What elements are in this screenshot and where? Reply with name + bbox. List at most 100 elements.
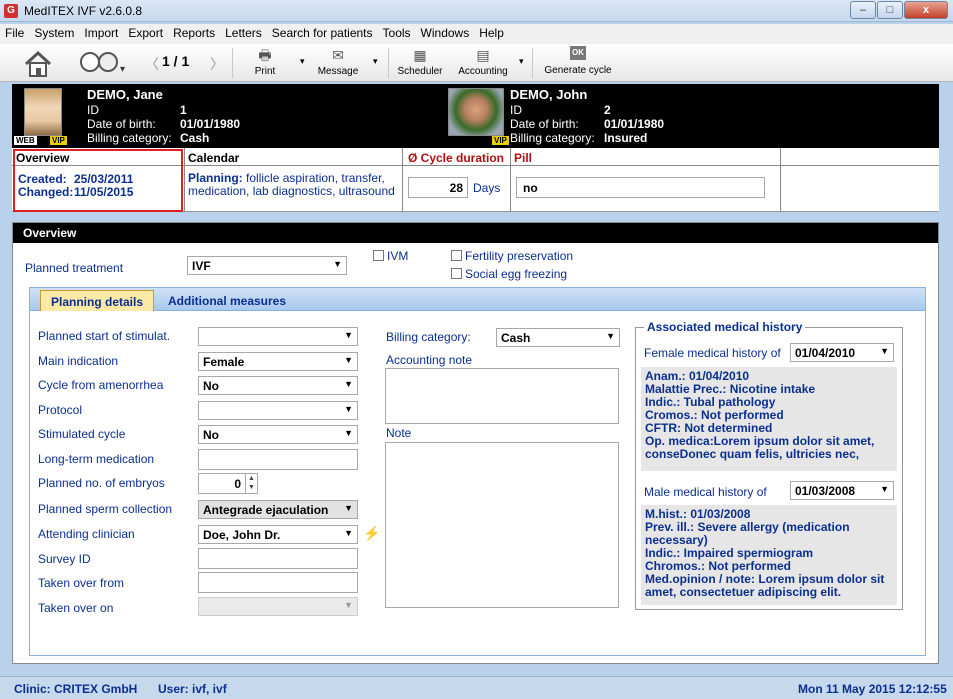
toolbar-divider: [388, 48, 389, 78]
chevron-down-icon: ▼: [344, 428, 353, 438]
calendar-heading[interactable]: Calendar: [184, 148, 402, 166]
social-egg-freezing-checkbox[interactable]: [451, 268, 462, 279]
title-bar: G MedITEX IVF v2.6.0.8 – □ x: [0, 0, 953, 22]
accounting-note-label: Accounting note: [386, 353, 473, 367]
cycle-duration-field[interactable]: 28: [408, 177, 468, 198]
vip-badge: VIP: [50, 136, 67, 145]
menu-windows[interactable]: Windows: [416, 24, 475, 40]
menu-reports[interactable]: Reports: [168, 24, 220, 40]
menu-import[interactable]: Import: [79, 24, 123, 40]
male-id: 2: [604, 103, 611, 117]
male-history-select[interactable]: 01/03/2008 ▼: [790, 481, 894, 500]
message-button[interactable]: ✉ Message: [316, 46, 360, 77]
generate-cycle-button[interactable]: OK Generate cycle: [542, 46, 614, 76]
tab-planning-details[interactable]: Planning details: [40, 290, 155, 312]
home-button[interactable]: [22, 48, 54, 78]
planned-treatment-select[interactable]: IVF ▼: [187, 256, 347, 275]
billing-category-select[interactable]: Cash ▼: [496, 328, 620, 347]
menu-file[interactable]: File: [0, 24, 29, 40]
user-status: User: ivf, ivf: [158, 682, 227, 696]
social-egg-freezing-label: Social egg freezing: [465, 267, 568, 281]
menu-system[interactable]: System: [29, 24, 79, 40]
datetime-status: Mon 11 May 2015 12:12:55: [798, 682, 947, 696]
main-indication-label: Main indication: [38, 354, 119, 368]
accounting-button[interactable]: ▤ Accounting: [455, 46, 511, 77]
male-patient-photo[interactable]: [448, 88, 504, 136]
billing-category-label: Billing category:: [386, 330, 471, 344]
patient-pager: 1 / 1: [162, 53, 190, 69]
calendar-icon: ▦: [413, 47, 427, 63]
taken-over-on-select[interactable]: ▼: [198, 597, 358, 616]
accounting-icon: ▤: [476, 47, 490, 63]
cycle-amenorrhea-select[interactable]: No ▼: [198, 376, 358, 395]
menu-export[interactable]: Export: [123, 24, 168, 40]
planned-start-label: Planned start of stimulat.: [38, 329, 171, 343]
prev-patient-icon[interactable]: 〈: [145, 54, 159, 74]
chevron-down-icon: ▼: [344, 355, 353, 365]
minimize-button[interactable]: –: [850, 1, 876, 19]
history-line: Prev. ill.: Severe allergy (medication n…: [645, 520, 850, 547]
envelope-icon: ✉: [332, 47, 344, 63]
maximize-button[interactable]: □: [877, 1, 903, 19]
note-textarea[interactable]: [385, 442, 619, 608]
status-bar: Clinic: CRITEX GmbH User: ivf, ivf Mon 1…: [0, 676, 953, 699]
svg-text:▾: ▾: [120, 64, 125, 75]
medical-history-title: Associated medical history: [644, 320, 806, 334]
chevron-down-icon: ▼: [333, 259, 342, 269]
attending-clinician-select[interactable]: Doe, John Dr. ▼: [198, 525, 358, 544]
protocol-select[interactable]: ▼: [198, 401, 358, 420]
survey-id-input[interactable]: [198, 548, 358, 569]
chevron-down-icon: ▼: [880, 346, 889, 356]
menu-letters[interactable]: Letters: [220, 24, 267, 40]
menu-tools[interactable]: Tools: [378, 24, 416, 40]
overview-highlight: [13, 149, 183, 212]
toolbar-divider: [532, 48, 533, 78]
message-dropdown-icon[interactable]: ▾: [373, 56, 378, 67]
patient-header: WEB VIP DEMO, Jane ID 1 Date of birth: 0…: [12, 84, 939, 148]
print-dropdown-icon[interactable]: ▾: [300, 56, 305, 67]
male-history-label: Male medical history of: [644, 485, 767, 499]
taken-over-from-input[interactable]: [198, 572, 358, 593]
chevron-down-icon: ▼: [344, 503, 353, 513]
taken-over-on-label: Taken over on: [38, 601, 114, 615]
stimulated-cycle-select[interactable]: No ▼: [198, 425, 358, 444]
main-indication-select[interactable]: Female ▼: [198, 352, 358, 371]
ok-icon: OK: [570, 46, 586, 60]
male-history-date: 01/03/2008: [795, 484, 856, 498]
empty-heading: [780, 148, 939, 166]
app-icon: G: [4, 4, 18, 18]
tab-strip: Planning details Additional measures: [29, 287, 926, 312]
attending-clinician-label: Attending clinician: [38, 527, 135, 541]
next-patient-icon[interactable]: 〉: [210, 54, 224, 74]
female-dob: 01/01/1980: [180, 117, 241, 131]
fertility-preservation-checkbox[interactable]: [451, 250, 462, 261]
spinner-arrows-icon[interactable]: ▲ ▼: [245, 474, 257, 493]
scheduler-button[interactable]: ▦ Scheduler: [396, 46, 444, 77]
sperm-collection-select[interactable]: Antegrade ejaculation ▼: [198, 500, 358, 519]
patients-button[interactable]: ▾: [76, 48, 126, 78]
long-term-medication-input[interactable]: [198, 449, 358, 470]
accounting-note-textarea[interactable]: [385, 368, 619, 424]
main-indication-value: Female: [203, 355, 245, 369]
menu-help[interactable]: Help: [474, 24, 509, 40]
female-history-select[interactable]: 01/04/2010 ▼: [790, 343, 894, 362]
clinic-status: Clinic: CRITEX GmbH: [14, 682, 138, 696]
close-button[interactable]: x: [904, 1, 948, 19]
male-name: DEMO, John: [510, 87, 588, 102]
menu-search-patients[interactable]: Search for patients: [267, 24, 378, 40]
ivm-checkbox[interactable]: [373, 250, 384, 261]
cycle-duration-unit: Days: [473, 181, 501, 195]
planning-label: Planning:: [188, 171, 243, 185]
taken-over-from-label: Taken over from: [38, 576, 125, 590]
print-button[interactable]: 🖶 Print: [250, 46, 280, 77]
tab-additional-measures[interactable]: Additional measures: [158, 290, 296, 312]
male-history-summary: M.hist.: 01/03/2008 Prev. ill.: Severe a…: [641, 505, 897, 605]
planned-start-select[interactable]: ▼: [198, 327, 358, 346]
pill-field[interactable]: no: [516, 177, 765, 198]
accounting-dropdown-icon[interactable]: ▾: [519, 56, 524, 67]
female-id-label: ID: [87, 103, 99, 117]
female-patient-photo[interactable]: [24, 88, 62, 136]
planning-text[interactable]: Planning: follicle aspiration, transfer,…: [188, 172, 400, 198]
lightning-icon[interactable]: ⚡: [363, 525, 380, 542]
cycle-amenorrhea-value: No: [203, 379, 219, 393]
